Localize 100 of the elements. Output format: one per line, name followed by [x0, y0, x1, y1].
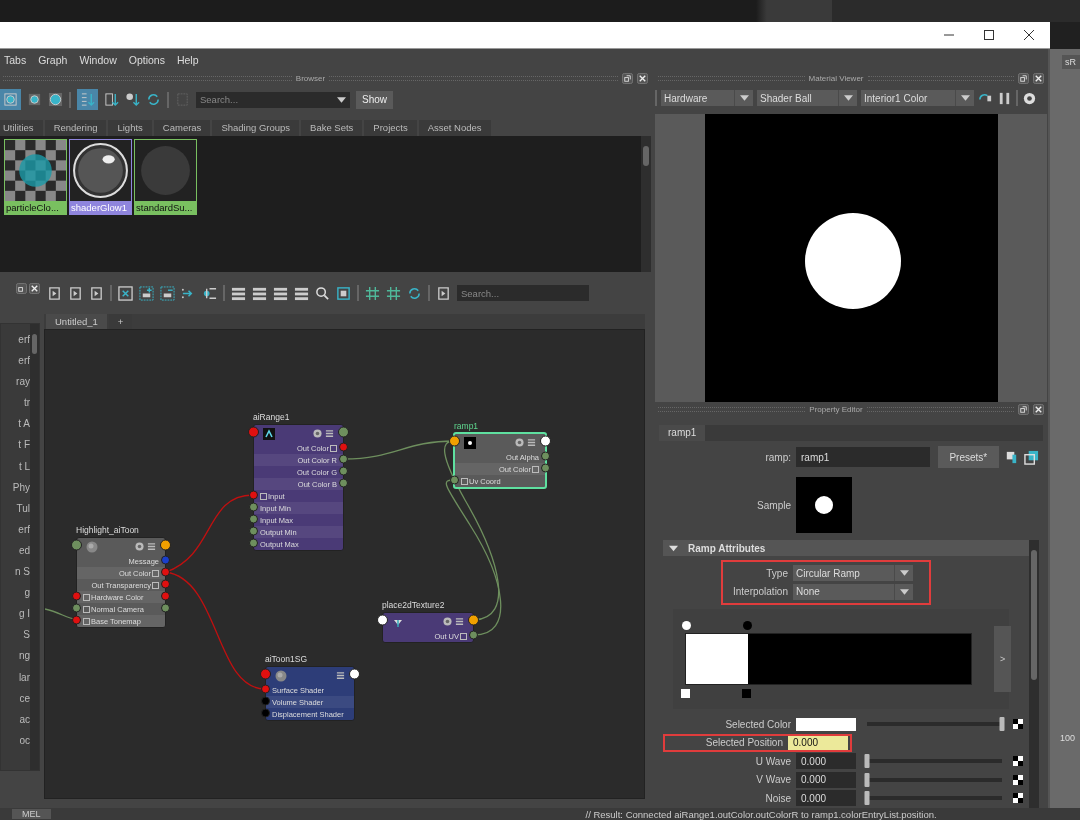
expand-icon[interactable]	[83, 605, 90, 613]
list-item[interactable]: lar	[1, 671, 30, 685]
expand-icon[interactable]	[461, 477, 468, 485]
input-port[interactable]	[261, 696, 270, 706]
input-port[interactable]	[72, 603, 81, 613]
copy-icon[interactable]	[1024, 449, 1039, 465]
list-item[interactable]: tr	[1, 397, 30, 410]
material-swatch[interactable]: shaderGlow1	[69, 139, 132, 215]
input-port[interactable]	[72, 615, 81, 625]
list-icon[interactable]	[147, 542, 156, 551]
expand-icon[interactable]	[460, 632, 467, 640]
menu-item[interactable]: Window	[79, 54, 117, 66]
scrollbar[interactable]	[30, 324, 39, 770]
swatch-icon[interactable]	[27, 92, 42, 107]
browser-tab[interactable]: Lights	[108, 120, 152, 136]
scrollbar[interactable]	[641, 136, 651, 272]
input-port[interactable]	[261, 708, 270, 718]
close-icon[interactable]	[1024, 30, 1034, 40]
swatch-icon[interactable]	[48, 92, 63, 107]
input-port[interactable]	[249, 490, 258, 500]
list-item[interactable]: ed	[1, 544, 30, 558]
output-port[interactable]	[540, 435, 551, 447]
float-icon[interactable]	[622, 73, 633, 84]
list-item[interactable]: Tul	[1, 502, 30, 516]
add-node-icon[interactable]	[139, 285, 154, 301]
geometry-dropdown[interactable]: Shader Ball	[757, 90, 857, 106]
expand-icon[interactable]	[152, 569, 159, 577]
browser-tab[interactable]: Asset Nodes	[418, 120, 491, 136]
texture-map-icon[interactable]	[1013, 756, 1023, 767]
swatch-toggle-icon[interactable]	[515, 438, 524, 447]
list-icon[interactable]	[527, 438, 536, 447]
browser-tab[interactable]: Shading Groups	[212, 120, 300, 136]
list-item[interactable]: g I	[1, 608, 30, 621]
output-port[interactable]	[468, 614, 479, 626]
position-handle[interactable]	[742, 689, 751, 698]
list-item[interactable]: ce	[1, 692, 30, 706]
list-item[interactable]: S	[1, 629, 30, 642]
close-icon[interactable]	[637, 73, 648, 84]
color-handle[interactable]	[743, 621, 752, 630]
search-icon[interactable]	[315, 285, 330, 301]
input-port[interactable]	[248, 426, 259, 438]
grid-icon[interactable]	[386, 285, 401, 301]
frame-icon[interactable]	[68, 285, 83, 301]
texture-map-icon[interactable]	[1013, 719, 1023, 730]
caret-icon[interactable]	[337, 96, 346, 103]
show-button[interactable]: Show	[356, 90, 393, 109]
swatch-icon[interactable]	[0, 89, 21, 110]
sort-icon[interactable]	[104, 92, 119, 107]
expand-icon[interactable]	[83, 593, 90, 601]
expand-icon[interactable]	[83, 617, 90, 625]
frame-icon[interactable]	[89, 285, 104, 301]
list-item[interactable]: erf	[1, 523, 30, 537]
list-item[interactable]: Phy	[1, 481, 30, 495]
name-field[interactable]: ramp1	[796, 447, 930, 467]
script-mode-label[interactable]: MEL	[12, 809, 51, 819]
input-port[interactable]	[249, 502, 258, 512]
section-header[interactable]: Ramp Attributes	[663, 540, 1029, 556]
list-icon[interactable]	[455, 617, 464, 626]
presets-button[interactable]: Presets*	[937, 446, 999, 468]
list-item[interactable]: n S	[1, 566, 30, 579]
browser-tab[interactable]: Utilities	[0, 120, 43, 136]
color-swatch[interactable]	[796, 717, 856, 731]
list-item[interactable]: t A	[1, 418, 30, 431]
renderer-dropdown[interactable]: Hardware	[661, 90, 753, 106]
close-icon[interactable]	[29, 283, 40, 294]
input-port[interactable]	[249, 514, 258, 524]
sort-icon[interactable]	[125, 92, 140, 107]
output-port[interactable]	[160, 539, 171, 551]
input-port[interactable]	[449, 435, 460, 447]
refresh-icon[interactable]	[407, 285, 422, 301]
float-icon[interactable]	[1018, 404, 1029, 415]
input-port[interactable]	[72, 591, 81, 601]
frame-icon[interactable]	[436, 285, 451, 301]
value-field[interactable]: 0.000	[796, 790, 856, 807]
menu-item[interactable]: Tabs	[4, 54, 27, 66]
swatch-toggle-icon[interactable]	[135, 542, 144, 551]
frame-icon[interactable]	[336, 285, 351, 301]
close-icon[interactable]	[1033, 73, 1044, 84]
value-field[interactable]: 0.000	[796, 753, 856, 770]
input-port[interactable]	[249, 526, 258, 536]
input-port[interactable]	[249, 538, 258, 548]
expand-icon[interactable]	[330, 444, 337, 452]
gear-icon[interactable]	[1022, 90, 1037, 106]
list-item[interactable]: ng	[1, 650, 30, 663]
list-item[interactable]: erf	[1, 355, 30, 368]
remove-node-icon[interactable]	[160, 285, 175, 301]
maximize-icon[interactable]	[984, 30, 994, 40]
interpolation-dropdown[interactable]: None	[793, 583, 913, 600]
color-handle[interactable]	[682, 621, 691, 630]
panel-icon[interactable]	[1004, 449, 1019, 465]
graph-tab[interactable]: Untitled_1	[46, 314, 107, 329]
value-field[interactable]: 0.000	[796, 771, 856, 788]
list-icon[interactable]	[252, 285, 267, 301]
browser-tab[interactable]: Rendering	[44, 120, 107, 136]
menu-item[interactable]: Help	[176, 54, 199, 66]
close-icon[interactable]	[1033, 404, 1044, 415]
input-port[interactable]	[260, 668, 271, 680]
list-icon[interactable]	[336, 671, 345, 680]
list-icon[interactable]	[294, 285, 309, 301]
texture-map-icon[interactable]	[1013, 793, 1023, 804]
